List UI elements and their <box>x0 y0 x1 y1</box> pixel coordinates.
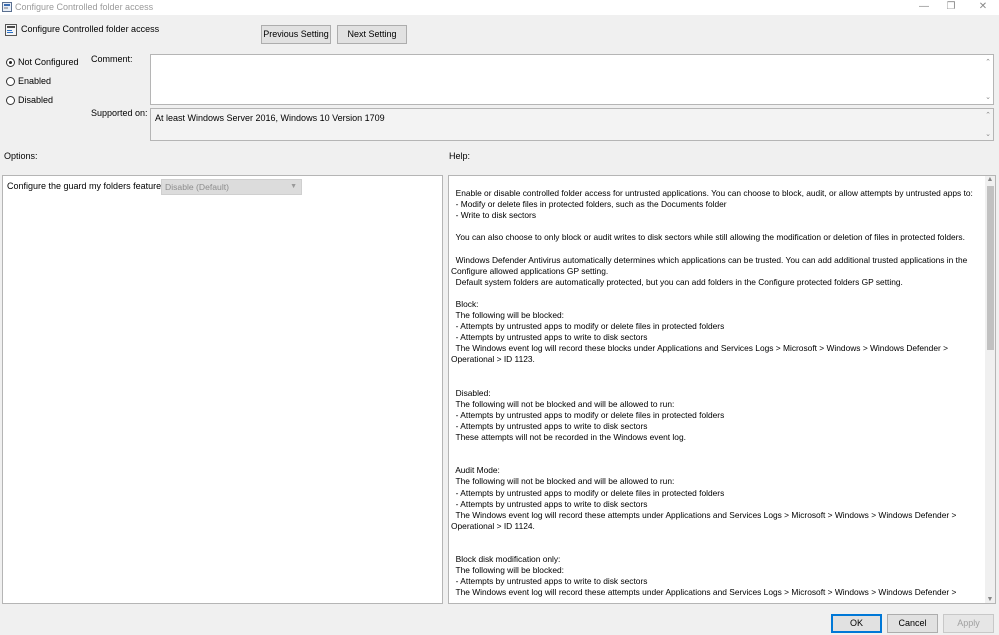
help-line <box>451 532 971 543</box>
close-icon[interactable]: ✕ <box>969 0 997 15</box>
radio-button[interactable] <box>6 58 15 67</box>
help-line <box>451 543 971 554</box>
help-line: - Attempts by untrusted apps to write to… <box>451 332 648 343</box>
help-line: - Attempts by untrusted apps to write to… <box>451 576 648 587</box>
ok-button[interactable]: OK <box>831 614 882 633</box>
help-line: Configure allowed applications GP settin… <box>451 265 609 276</box>
scroll-down-icon[interactable]: ⌄ <box>984 130 992 138</box>
previous-setting-button[interactable]: Previous Setting <box>261 25 331 44</box>
options-label: Options: <box>4 151 38 161</box>
supported-on-label: Supported on: <box>91 108 148 118</box>
help-line: The following will be blocked: <box>451 565 564 576</box>
scroll-up-icon[interactable]: ⌃ <box>984 111 992 119</box>
help-line: The Windows event log will record these … <box>451 343 949 354</box>
help-line: Block disk modification only: <box>451 554 561 565</box>
help-line <box>451 377 971 388</box>
help-line: - Attempts by untrusted apps to modify o… <box>451 321 725 332</box>
help-line <box>451 221 971 232</box>
window-title: Configure Controlled folder access <box>15 2 154 12</box>
help-line: - Attempts by untrusted apps to write to… <box>451 498 648 509</box>
next-setting-button[interactable]: Next Setting <box>337 25 407 44</box>
help-line: - Attempts by untrusted apps to write to… <box>451 420 648 431</box>
help-line: - Modify or delete files in protected fo… <box>451 199 727 210</box>
help-line: Enable or disable controlled folder acce… <box>451 188 973 198</box>
help-label: Help: <box>449 151 471 161</box>
help-text: Enable or disable controlled folder acce… <box>451 188 973 598</box>
help-line: The Windows event log will record these … <box>451 509 957 520</box>
help-line: The following will not be blocked and wi… <box>451 398 675 409</box>
radio-button[interactable] <box>6 96 15 105</box>
help-line: Default system folders are automatically… <box>451 276 903 287</box>
help-line: Audit Mode: <box>451 465 500 476</box>
radio-not-configured[interactable]: Not Configured <box>6 57 86 69</box>
help-line <box>451 288 971 299</box>
help-line <box>451 243 971 254</box>
help-line: Block: <box>451 298 479 309</box>
radio-disabled[interactable]: Disabled <box>6 95 86 107</box>
scrollbar-thumb[interactable] <box>987 186 994 350</box>
cancel-button[interactable]: Cancel <box>887 614 938 633</box>
feature-label: Configure the guard my folders feature <box>7 181 162 191</box>
help-line: - Attempts by untrusted apps to modify o… <box>451 409 725 420</box>
policy-title: Configure Controlled folder access <box>21 24 160 34</box>
help-line: Operational > ID 1124. <box>451 520 535 531</box>
help-line: - Write to disk sectors <box>451 210 537 221</box>
help-line: Disabled: <box>451 387 491 398</box>
help-line: The following will be blocked: <box>451 310 564 321</box>
options-panel: Configure the guard my folders feature D… <box>2 175 443 604</box>
help-line <box>451 366 971 377</box>
title-bar: Configure Controlled folder access — ❐ ✕ <box>0 0 999 15</box>
apply-button[interactable]: Apply <box>943 614 994 633</box>
feature-dropdown-value: Disable (Default) <box>165 182 229 192</box>
feature-dropdown[interactable]: Disable (Default) ▼ <box>161 179 302 195</box>
help-line: The Windows event log will record these … <box>451 587 957 598</box>
help-line: You can also choose to only block or aud… <box>451 232 965 243</box>
help-scrollbar[interactable]: ▲ ▼ <box>985 176 995 603</box>
supported-on-value: At least Windows Server 2016, Windows 10… <box>155 113 385 123</box>
scroll-down-icon[interactable]: ▼ <box>986 596 994 603</box>
radio-button[interactable] <box>6 77 15 86</box>
help-line <box>451 443 971 454</box>
help-line: - Attempts by untrusted apps to modify o… <box>451 487 725 498</box>
help-line: Operational > ID 1123. <box>451 354 535 365</box>
radio-enabled[interactable]: Enabled <box>6 76 86 88</box>
radio-label: Enabled <box>18 76 52 86</box>
radio-label: Not Configured <box>18 57 79 67</box>
chevron-down-icon: ▼ <box>290 183 297 190</box>
scroll-up-icon[interactable]: ⌃ <box>984 58 992 66</box>
help-line: Windows Defender Antivirus automatically… <box>451 254 968 265</box>
help-line <box>451 454 971 465</box>
comment-textarea[interactable]: ⌃ ⌄ <box>150 54 994 105</box>
policy-icon <box>5 24 17 36</box>
help-line: These attempts will not be recorded in t… <box>451 432 686 443</box>
minimize-icon[interactable]: — <box>910 0 938 15</box>
radio-label: Disabled <box>18 95 54 105</box>
supported-on-field: At least Windows Server 2016, Windows 10… <box>150 108 994 141</box>
help-line: The following will not be blocked and wi… <box>451 476 675 487</box>
scroll-down-icon[interactable]: ⌄ <box>984 93 992 101</box>
app-icon <box>2 2 12 12</box>
comment-label: Comment: <box>91 54 133 64</box>
scroll-up-icon[interactable]: ▲ <box>986 176 994 183</box>
maximize-icon[interactable]: ❐ <box>937 0 965 15</box>
